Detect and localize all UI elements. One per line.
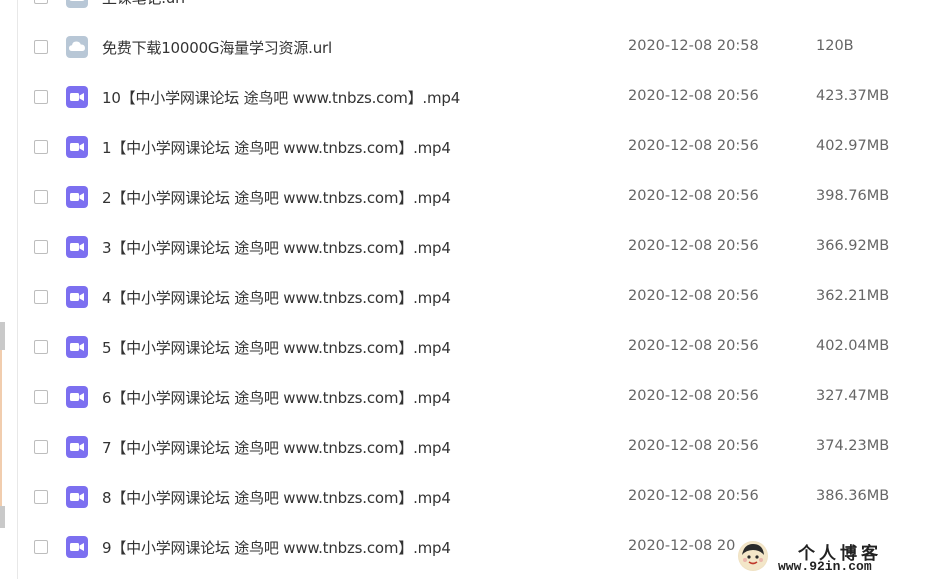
- file-row[interactable]: 2【中小学网课论坛 途鸟吧 www.tnbzs.com】.mp4 2020-12-…: [18, 173, 929, 223]
- file-row[interactable]: 6【中小学网课论坛 途鸟吧 www.tnbzs.com】.mp4 2020-12-…: [18, 373, 929, 423]
- file-modified-date: 2020-12-08 20:58: [628, 0, 759, 4]
- file-size: 120B: [816, 0, 854, 4]
- file-modified-date: 2020-12-08 20:58: [628, 38, 759, 54]
- file-row-checkbox[interactable]: [34, 540, 48, 554]
- video-file-icon: [66, 436, 88, 458]
- file-row[interactable]: 5【中小学网课论坛 途鸟吧 www.tnbzs.com】.mp4 2020-12-…: [18, 323, 929, 373]
- video-file-icon: [66, 136, 88, 158]
- file-name[interactable]: 2【中小学网课论坛 途鸟吧 www.tnbzs.com】.mp4: [102, 187, 451, 208]
- file-row-checkbox[interactable]: [34, 0, 48, 4]
- file-row-checkbox[interactable]: [34, 40, 48, 54]
- file-modified-date: 2020-12-08 20:56: [628, 488, 759, 504]
- watermark-url: www.92in.com: [778, 559, 872, 574]
- file-row[interactable]: 上课笔记.url 2020-12-08 20:58 120B: [18, 0, 929, 23]
- file-list: 上课笔记.url2020-12-08 20:58120B免费下载10000G海量…: [18, 0, 929, 579]
- video-file-icon: [66, 86, 88, 108]
- file-row-checkbox[interactable]: [34, 440, 48, 454]
- video-file-icon: [66, 386, 88, 408]
- file-modified-date: 2020-12-08 20:56: [628, 188, 759, 204]
- file-modified-date: 2020-12-08 20:56: [628, 338, 759, 354]
- file-row-checkbox[interactable]: [34, 140, 48, 154]
- file-name[interactable]: 6【中小学网课论坛 途鸟吧 www.tnbzs.com】.mp4: [102, 387, 451, 408]
- file-row-checkbox[interactable]: [34, 90, 48, 104]
- file-size: 362.21MB: [816, 288, 890, 304]
- file-size: 402.97MB: [816, 138, 890, 154]
- file-size: 327.47MB: [816, 388, 890, 404]
- file-size: 423.37MB: [816, 88, 890, 104]
- left-panel-marker: [0, 506, 5, 528]
- file-size: 120B: [816, 38, 854, 54]
- file-row[interactable]: 10【中小学网课论坛 途鸟吧 www.tnbzs.com】.mp4 2020-12…: [18, 73, 929, 123]
- file-name[interactable]: 上课笔记.url: [102, 0, 185, 8]
- file-size: 398.76MB: [816, 188, 890, 204]
- watermark-avatar-icon: [738, 541, 768, 571]
- left-panel-edge: [0, 0, 18, 579]
- watermark: 个人博客 www.92in.com: [736, 537, 929, 579]
- file-modified-date: 2020-12-08 20:56: [628, 438, 759, 454]
- file-name[interactable]: 4【中小学网课论坛 途鸟吧 www.tnbzs.com】.mp4: [102, 287, 451, 308]
- video-file-icon: [66, 336, 88, 358]
- file-size: 386.36MB: [816, 488, 890, 504]
- file-size: 374.23MB: [816, 438, 890, 454]
- file-size: 402.04MB: [816, 338, 890, 354]
- file-list-page: 上课笔记.url2020-12-08 20:58120B免费下载10000G海量…: [0, 0, 929, 579]
- file-row-checkbox[interactable]: [34, 390, 48, 404]
- file-row-checkbox[interactable]: [34, 490, 48, 504]
- video-file-icon: [66, 486, 88, 508]
- file-modified-date: 2020-12-08 20: [628, 538, 736, 554]
- file-name[interactable]: 免费下载10000G海量学习资源.url: [102, 37, 332, 58]
- file-row[interactable]: 免费下载10000G海量学习资源.url 2020-12-08 20:58 120B: [18, 23, 929, 73]
- file-name[interactable]: 10【中小学网课论坛 途鸟吧 www.tnbzs.com】.mp4: [102, 87, 460, 108]
- file-modified-date: 2020-12-08 20:56: [628, 288, 759, 304]
- left-panel-marker: [0, 322, 5, 350]
- file-row-checkbox[interactable]: [34, 240, 48, 254]
- file-name[interactable]: 9【中小学网课论坛 途鸟吧 www.tnbzs.com】.mp4: [102, 537, 451, 558]
- file-name[interactable]: 3【中小学网课论坛 途鸟吧 www.tnbzs.com】.mp4: [102, 237, 451, 258]
- file-row-checkbox[interactable]: [34, 290, 48, 304]
- file-modified-date: 2020-12-08 20:56: [628, 138, 759, 154]
- file-row-checkbox[interactable]: [34, 190, 48, 204]
- file-row[interactable]: 3【中小学网课论坛 途鸟吧 www.tnbzs.com】.mp4 2020-12-…: [18, 223, 929, 273]
- file-modified-date: 2020-12-08 20:56: [628, 388, 759, 404]
- file-row[interactable]: 1【中小学网课论坛 途鸟吧 www.tnbzs.com】.mp4 2020-12-…: [18, 123, 929, 173]
- video-file-icon: [66, 236, 88, 258]
- url-link-icon: [66, 0, 88, 8]
- video-file-icon: [66, 536, 88, 558]
- video-file-icon: [66, 286, 88, 308]
- file-modified-date: 2020-12-08 20:56: [628, 238, 759, 254]
- file-row[interactable]: 7【中小学网课论坛 途鸟吧 www.tnbzs.com】.mp4 2020-12-…: [18, 423, 929, 473]
- file-name[interactable]: 1【中小学网课论坛 途鸟吧 www.tnbzs.com】.mp4: [102, 137, 451, 158]
- url-link-icon: [66, 36, 88, 58]
- video-file-icon: [66, 186, 88, 208]
- file-name[interactable]: 7【中小学网课论坛 途鸟吧 www.tnbzs.com】.mp4: [102, 437, 451, 458]
- file-row[interactable]: 8【中小学网课论坛 途鸟吧 www.tnbzs.com】.mp4 2020-12-…: [18, 473, 929, 523]
- file-size: 366.92MB: [816, 238, 890, 254]
- file-name[interactable]: 5【中小学网课论坛 途鸟吧 www.tnbzs.com】.mp4: [102, 337, 451, 358]
- file-row-checkbox[interactable]: [34, 340, 48, 354]
- file-modified-date: 2020-12-08 20:56: [628, 88, 759, 104]
- file-name[interactable]: 8【中小学网课论坛 途鸟吧 www.tnbzs.com】.mp4: [102, 487, 451, 508]
- file-row[interactable]: 4【中小学网课论坛 途鸟吧 www.tnbzs.com】.mp4 2020-12-…: [18, 273, 929, 323]
- left-panel-accent: [0, 350, 2, 506]
